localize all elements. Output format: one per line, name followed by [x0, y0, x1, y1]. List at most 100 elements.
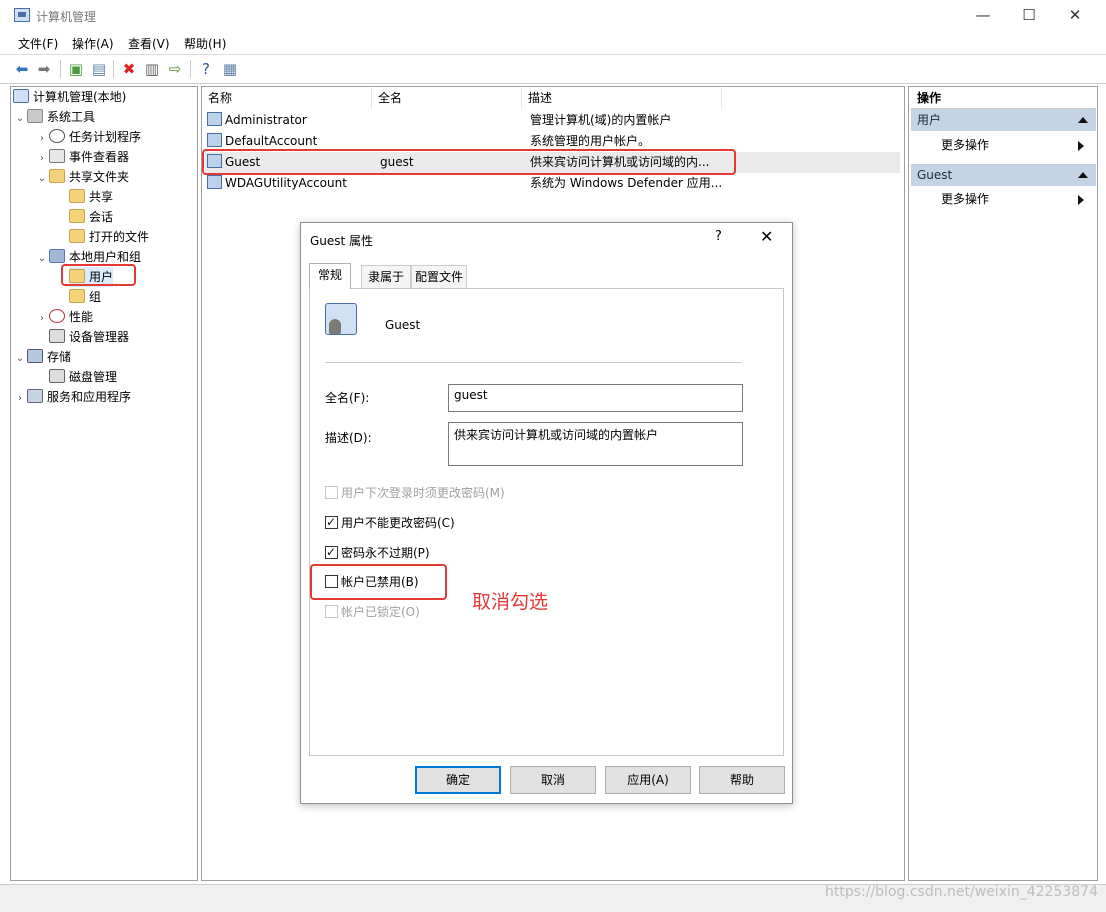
menu-action[interactable]: 操作(A)	[72, 35, 114, 52]
actions-section-guest[interactable]: Guest	[911, 164, 1096, 186]
properties-icon[interactable]: ▥	[142, 59, 162, 79]
event-viewer-icon	[49, 149, 65, 163]
dialog-close-button[interactable]: ✕	[760, 227, 773, 246]
column-name[interactable]: 名称	[202, 87, 372, 109]
tools-icon	[27, 109, 43, 123]
highlight-users-box	[61, 264, 136, 286]
tab-member-of[interactable]: 隶属于	[361, 265, 411, 289]
close-button[interactable]: ✕	[1052, 0, 1098, 32]
show-tree-icon[interactable]: ▤	[89, 59, 109, 79]
tree-item-storage[interactable]: ⌄ 存储	[13, 347, 71, 367]
tree-item-system-tools[interactable]: ⌄ 系统工具	[13, 107, 95, 127]
open-file-icon	[69, 229, 85, 243]
session-icon	[69, 209, 85, 223]
fullname-field[interactable]: guest	[448, 384, 743, 412]
disk-icon	[49, 369, 65, 383]
collapse-icon[interactable]	[1078, 117, 1088, 123]
account-locked-checkbox: 帐户已锁定(O)	[325, 603, 420, 621]
share-icon	[69, 189, 85, 203]
actions-pane: 操作 用户 更多操作 Guest 更多操作	[908, 86, 1098, 881]
tab-general[interactable]: 常规	[309, 263, 351, 289]
up-folder-icon[interactable]: ▣	[66, 59, 86, 79]
tree-item-shares[interactable]: 共享	[69, 187, 113, 207]
dialog-title: Guest 属性	[310, 234, 374, 248]
user-icon	[207, 133, 222, 147]
computer-icon	[13, 89, 29, 103]
tree-item-task-scheduler[interactable]: › 任务计划程序	[35, 127, 141, 147]
tree-item-shared-folders[interactable]: ⌄ 共享文件夹	[35, 167, 129, 187]
menu-bar: 文件(F) 操作(A) 查看(V) 帮助(H)	[0, 32, 1106, 54]
storage-icon	[27, 349, 43, 363]
column-fullname[interactable]: 全名	[372, 87, 522, 109]
submenu-arrow-icon	[1078, 141, 1084, 151]
tree-item-computer-management[interactable]: 计算机管理(本地)	[13, 87, 126, 107]
more-actions-guest[interactable]: 更多操作	[941, 189, 1096, 209]
tree-item-services-applications[interactable]: › 服务和应用程序	[13, 387, 131, 407]
user-icon	[207, 112, 222, 126]
tree-item-open-files[interactable]: 打开的文件	[69, 227, 149, 247]
tree-item-disk-management[interactable]: 磁盘管理	[49, 367, 117, 387]
expanded-arrow-icon[interactable]: ⌄	[35, 169, 49, 189]
table-row[interactable]: WDAGUtilityAccount 系统为 Windows Defender …	[205, 173, 900, 194]
expanded-arrow-icon[interactable]: ⌄	[13, 349, 27, 369]
toolbar-separator	[60, 60, 61, 78]
apply-button[interactable]: 应用(A)	[605, 766, 691, 794]
menu-help[interactable]: 帮助(H)	[184, 35, 226, 52]
users-groups-icon	[49, 249, 65, 263]
help-icon[interactable]: ?	[196, 59, 216, 79]
folder-icon	[69, 289, 85, 303]
minimize-button[interactable]: —	[960, 0, 1006, 32]
forward-icon[interactable]: ➡	[34, 59, 54, 79]
tree-item-performance[interactable]: › 性能	[35, 307, 93, 327]
table-row[interactable]: Administrator 管理计算机(域)的内置帐户	[205, 110, 900, 131]
delete-icon[interactable]: ✖	[119, 59, 139, 79]
title-bar: 计算机管理 — ☐ ✕	[0, 0, 1106, 32]
tree-item-groups[interactable]: 组	[69, 287, 101, 307]
submenu-arrow-icon	[1078, 195, 1084, 205]
more-actions-users[interactable]: 更多操作	[941, 135, 1096, 155]
checkbox-box[interactable]	[325, 543, 338, 561]
annotation-uncheck: 取消勾选	[472, 591, 549, 613]
menu-file[interactable]: 文件(F)	[18, 35, 58, 52]
collapse-icon[interactable]	[1078, 172, 1088, 178]
expanded-arrow-icon[interactable]: ⌄	[35, 249, 49, 269]
actions-title: 操作	[911, 87, 1096, 109]
collapsed-arrow-icon[interactable]: ›	[35, 129, 49, 149]
description-field[interactable]: 供来宾访问计算机或访问域的内置帐户	[448, 422, 743, 466]
tree-item-event-viewer[interactable]: › 事件查看器	[35, 147, 129, 167]
fullname-label: 全名(F):	[325, 391, 370, 405]
highlight-account-disabled	[310, 564, 447, 600]
actions-section-users[interactable]: 用户	[911, 109, 1096, 131]
cannot-change-password-checkbox[interactable]: 用户不能更改密码(C)	[325, 513, 455, 532]
divider	[325, 362, 742, 363]
password-never-expires-checkbox[interactable]: 密码永不过期(P)	[325, 543, 430, 562]
toolbar: ⬅ ➡ ▣ ▤ ✖ ▥ ⇨ ? ▦	[0, 54, 1106, 84]
expanded-arrow-icon[interactable]: ⌄	[13, 109, 27, 129]
collapsed-arrow-icon[interactable]: ›	[13, 389, 27, 409]
help-button[interactable]: 帮助	[699, 766, 785, 794]
computer-management-window: 计算机管理 — ☐ ✕ 文件(F) 操作(A) 查看(V) 帮助(H) ⬅ ➡ …	[0, 0, 1106, 912]
shared-folder-icon	[49, 169, 65, 183]
tab-profile[interactable]: 配置文件	[411, 265, 467, 289]
tree-item-sessions[interactable]: 会话	[69, 207, 113, 227]
column-description[interactable]: 描述	[522, 87, 722, 109]
tree-item-device-manager[interactable]: 设备管理器	[49, 327, 129, 347]
menu-view[interactable]: 查看(V)	[128, 35, 170, 52]
checkbox-box	[325, 605, 338, 618]
dialog-help-button[interactable]: ?	[715, 229, 722, 244]
collapsed-arrow-icon[interactable]: ›	[35, 149, 49, 169]
device-manager-icon	[49, 329, 65, 343]
cancel-button[interactable]: 取消	[510, 766, 596, 794]
user-icon	[325, 303, 357, 335]
toolbar-separator	[113, 60, 114, 78]
show-action-pane-icon[interactable]: ▦	[220, 59, 240, 79]
maximize-button[interactable]: ☐	[1006, 0, 1052, 32]
collapsed-arrow-icon[interactable]: ›	[35, 309, 49, 329]
toolbar-separator	[190, 60, 191, 78]
back-icon[interactable]: ⬅	[12, 59, 32, 79]
ok-button[interactable]: 确定	[415, 766, 501, 794]
export-icon[interactable]: ⇨	[165, 59, 185, 79]
guest-properties-dialog: Guest 属性 ? ✕ 常规 隶属于 配置文件 Guest 全名(F): gu…	[300, 222, 793, 804]
checkbox-box	[325, 486, 338, 499]
checkbox-box[interactable]	[325, 513, 338, 531]
